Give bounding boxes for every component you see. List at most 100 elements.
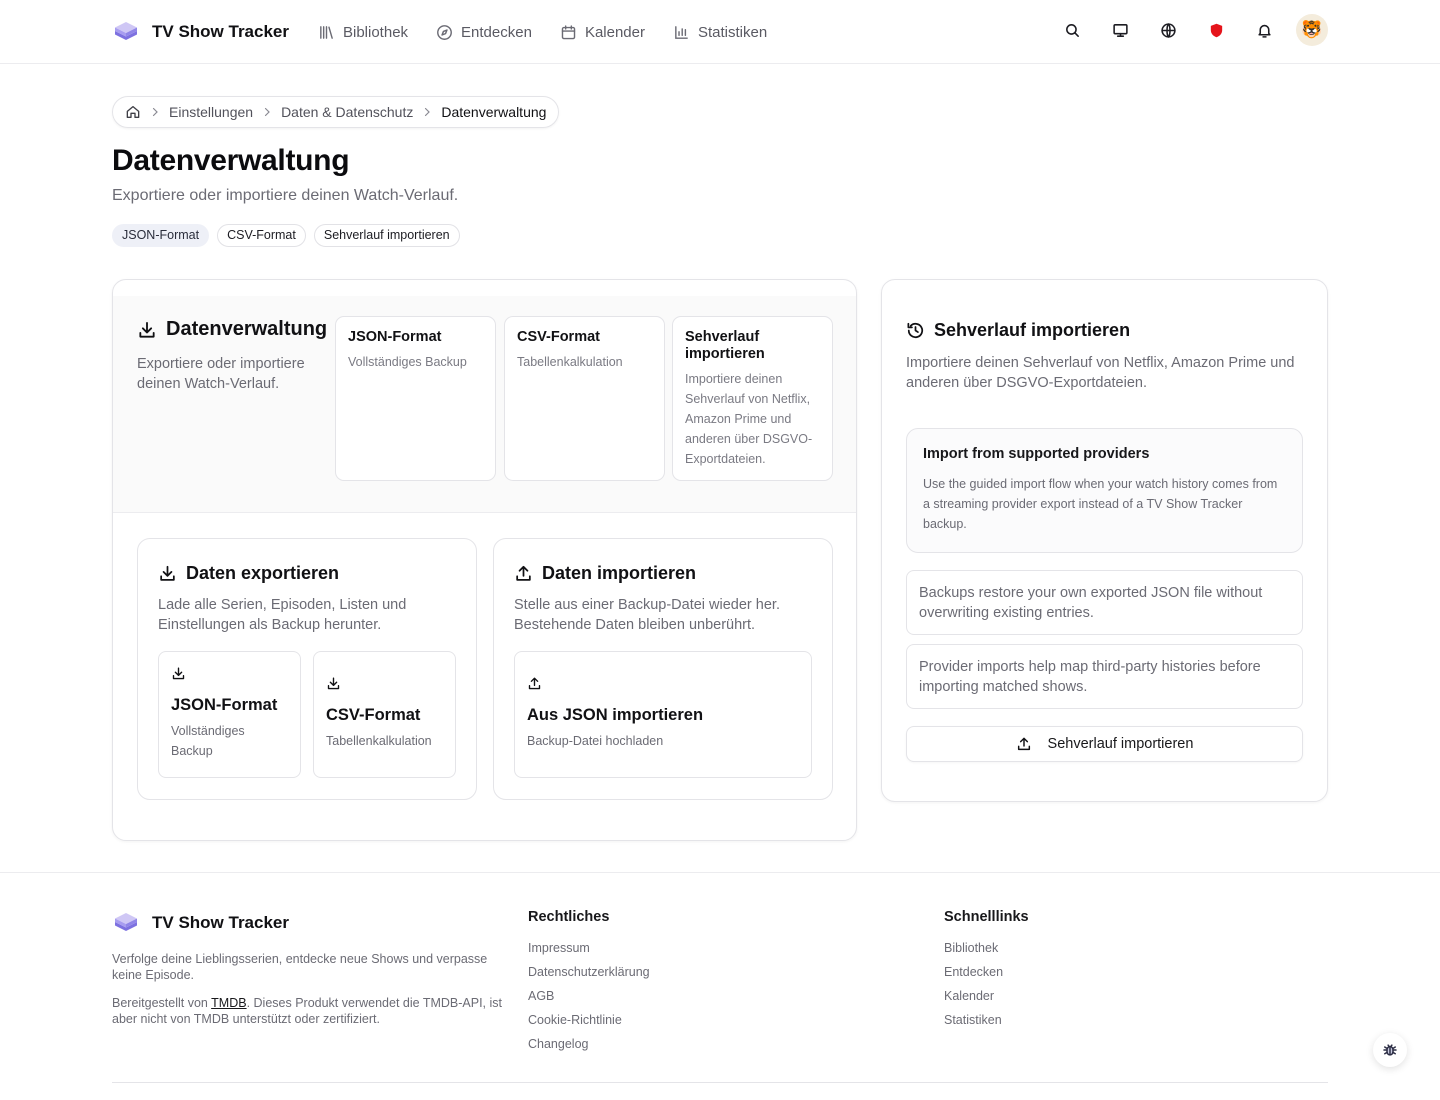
footer: TV Show Tracker Verfolge deine Lieblings… bbox=[0, 872, 1440, 1100]
import-history-button[interactable]: Sehverlauf importieren bbox=[906, 726, 1303, 762]
chevron-right-icon bbox=[149, 106, 161, 118]
nav-label: Statistiken bbox=[697, 23, 768, 41]
home-icon[interactable] bbox=[125, 104, 141, 120]
bell-icon bbox=[1256, 22, 1273, 39]
export-csv-button[interactable]: CSV-Format Tabellenkalkulation bbox=[313, 651, 456, 778]
chevron-right-icon bbox=[421, 106, 433, 118]
bug-report-button[interactable] bbox=[1373, 1033, 1407, 1067]
breadcrumb-item-daten-datenschutz[interactable]: Daten & Datenschutz bbox=[281, 104, 413, 120]
privacy-button[interactable] bbox=[1200, 14, 1232, 46]
footer-divider bbox=[112, 1082, 1328, 1083]
display-button[interactable] bbox=[1104, 14, 1136, 46]
nav-label: Bibliothek bbox=[343, 23, 409, 41]
footer-brand-name: TV Show Tracker bbox=[152, 913, 289, 932]
export-title: Daten exportieren bbox=[186, 563, 340, 583]
history-icon bbox=[906, 321, 925, 340]
import-option-title: Aus JSON importieren bbox=[527, 706, 704, 724]
footer-link-agb[interactable]: AGB bbox=[528, 987, 650, 1005]
user-avatar[interactable]: 🐯 bbox=[1296, 14, 1328, 46]
download-icon bbox=[137, 320, 157, 340]
breadcrumb-current: Datenverwaltung bbox=[441, 104, 547, 120]
nav-label: Kalender bbox=[584, 23, 645, 41]
chip-sehverlauf-importieren[interactable]: Sehverlauf importieren bbox=[313, 224, 460, 247]
brand-name: TV Show Tracker bbox=[152, 22, 289, 41]
providers-title: Import from supported providers bbox=[923, 446, 1150, 462]
nav-item-entdecken[interactable]: Entdecken bbox=[436, 20, 532, 44]
search-button[interactable] bbox=[1056, 14, 1088, 46]
export-card: Daten exportieren Lade alle Serien, Epis… bbox=[137, 538, 477, 800]
chip-csv-format[interactable]: CSV-Format bbox=[217, 224, 306, 247]
upload-icon bbox=[527, 676, 799, 691]
tmdb-link[interactable]: TMDB bbox=[211, 996, 246, 1010]
import-json-button[interactable]: Aus JSON importieren Backup-Datei hochla… bbox=[514, 651, 812, 778]
upload-icon bbox=[1016, 736, 1032, 752]
footer-link-changelog[interactable]: Changelog bbox=[528, 1035, 650, 1053]
nav-label: Entdecken bbox=[461, 23, 532, 41]
breadcrumb-item-einstellungen[interactable]: Einstellungen bbox=[169, 104, 253, 120]
data-management-card: Datenverwaltung Exportiere oder importie… bbox=[112, 279, 857, 841]
footer-link-cookie[interactable]: Cookie-Richtlinie bbox=[528, 1011, 650, 1029]
import-title: Daten importieren bbox=[542, 563, 697, 583]
overview-card-csv[interactable]: CSV-Format Tabellenkalkulation bbox=[504, 316, 665, 481]
footer-link-impressum[interactable]: Impressum bbox=[528, 939, 650, 957]
footer-link-kalender[interactable]: Kalender bbox=[944, 987, 1029, 1005]
download-icon bbox=[171, 666, 288, 681]
history-import-title: Sehverlauf importieren bbox=[934, 320, 1131, 340]
download-icon bbox=[326, 676, 443, 691]
overview-description: Exportiere oder importiere deinen Watch-… bbox=[137, 356, 305, 392]
footer-link-statistiken[interactable]: Statistiken bbox=[944, 1011, 1029, 1029]
chip-json-format[interactable]: JSON-Format bbox=[112, 224, 210, 247]
overview-card-desc: Importiere deinen Sehverlauf von Netflix… bbox=[685, 372, 813, 466]
overview-heading: Datenverwaltung bbox=[137, 318, 327, 341]
upload-icon bbox=[514, 564, 533, 583]
overview-title: Datenverwaltung bbox=[166, 318, 328, 340]
page-subtitle: Exportiere oder importiere deinen Watch-… bbox=[112, 187, 459, 204]
nav-item-statistiken[interactable]: Statistiken bbox=[673, 20, 767, 44]
shield-icon bbox=[1208, 22, 1225, 39]
library-icon bbox=[318, 24, 335, 41]
export-option-title: CSV-Format bbox=[326, 706, 421, 724]
main-nav: Bibliothek Entdecken Kalender Statistike… bbox=[318, 20, 767, 44]
export-option-title: JSON-Format bbox=[171, 696, 278, 714]
footer-brand[interactable]: TV Show Tracker bbox=[112, 909, 289, 937]
quicklinks-title: Schnelllinks bbox=[944, 909, 1029, 925]
footer-link-bibliothek[interactable]: Bibliothek bbox=[944, 939, 1029, 957]
footer-link-datenschutz[interactable]: Datenschutzerklärung bbox=[528, 963, 650, 981]
bar-chart-icon bbox=[673, 24, 690, 41]
globe-icon bbox=[1160, 22, 1177, 39]
legal-title: Rechtliches bbox=[528, 909, 610, 925]
history-import-description: Importiere deinen Sehverlauf von Netflix… bbox=[906, 355, 1295, 391]
overview-card-title: Sehverlauf importieren bbox=[685, 329, 765, 362]
notifications-button[interactable] bbox=[1248, 14, 1280, 46]
import-option-desc: Backup-Datei hochladen bbox=[527, 734, 664, 748]
overview-card-json[interactable]: JSON-Format Vollständiges Backup bbox=[335, 316, 496, 481]
overview-card-title: JSON-Format bbox=[348, 329, 442, 345]
footer-link-entdecken[interactable]: Entdecken bbox=[944, 963, 1029, 981]
footer-quicklinks: Schnelllinks Bibliothek Entdecken Kalend… bbox=[944, 909, 1029, 1029]
nav-item-kalender[interactable]: Kalender bbox=[560, 20, 645, 44]
import-description: Stelle aus einer Backup-Datei wieder her… bbox=[514, 597, 780, 633]
top-bar: TV Show Tracker Bibliothek Entdecken Kal… bbox=[0, 0, 1440, 64]
bug-icon bbox=[1381, 1041, 1399, 1059]
footer-attribution: Bereitgestellt von TMDB. Dieses Produkt … bbox=[112, 995, 502, 1027]
download-icon bbox=[158, 564, 177, 583]
search-icon bbox=[1064, 22, 1081, 39]
nav-item-bibliothek[interactable]: Bibliothek bbox=[318, 20, 408, 44]
footer-tagline: Verfolge deine Lieblingsserien, entdecke… bbox=[112, 952, 488, 982]
language-button[interactable] bbox=[1152, 14, 1184, 46]
history-import-heading: Sehverlauf importieren bbox=[906, 320, 1130, 341]
import-heading: Daten importieren bbox=[514, 563, 696, 584]
export-option-desc: Tabellenkalkulation bbox=[326, 734, 432, 748]
history-import-card: Sehverlauf importieren Importiere deinen… bbox=[881, 279, 1328, 802]
export-heading: Daten exportieren bbox=[158, 563, 339, 584]
brand[interactable]: TV Show Tracker bbox=[112, 18, 289, 46]
overview-card-history-import[interactable]: Sehverlauf importieren Importiere deinen… bbox=[672, 316, 833, 481]
footer-legal: Rechtliches Impressum Datenschutzerkläru… bbox=[528, 909, 650, 1053]
attribution-prefix: Bereitgestellt von bbox=[112, 996, 212, 1010]
overview-card-desc: Tabellenkalkulation bbox=[517, 355, 623, 369]
overview-card-desc: Vollständiges Backup bbox=[348, 355, 467, 369]
import-history-label: Sehverlauf importieren bbox=[1047, 736, 1194, 752]
chevron-right-icon bbox=[261, 106, 273, 118]
section-chips: JSON-Format CSV-Format Sehverlauf import… bbox=[112, 224, 460, 247]
export-json-button[interactable]: JSON-Format Vollständiges Backup bbox=[158, 651, 301, 778]
